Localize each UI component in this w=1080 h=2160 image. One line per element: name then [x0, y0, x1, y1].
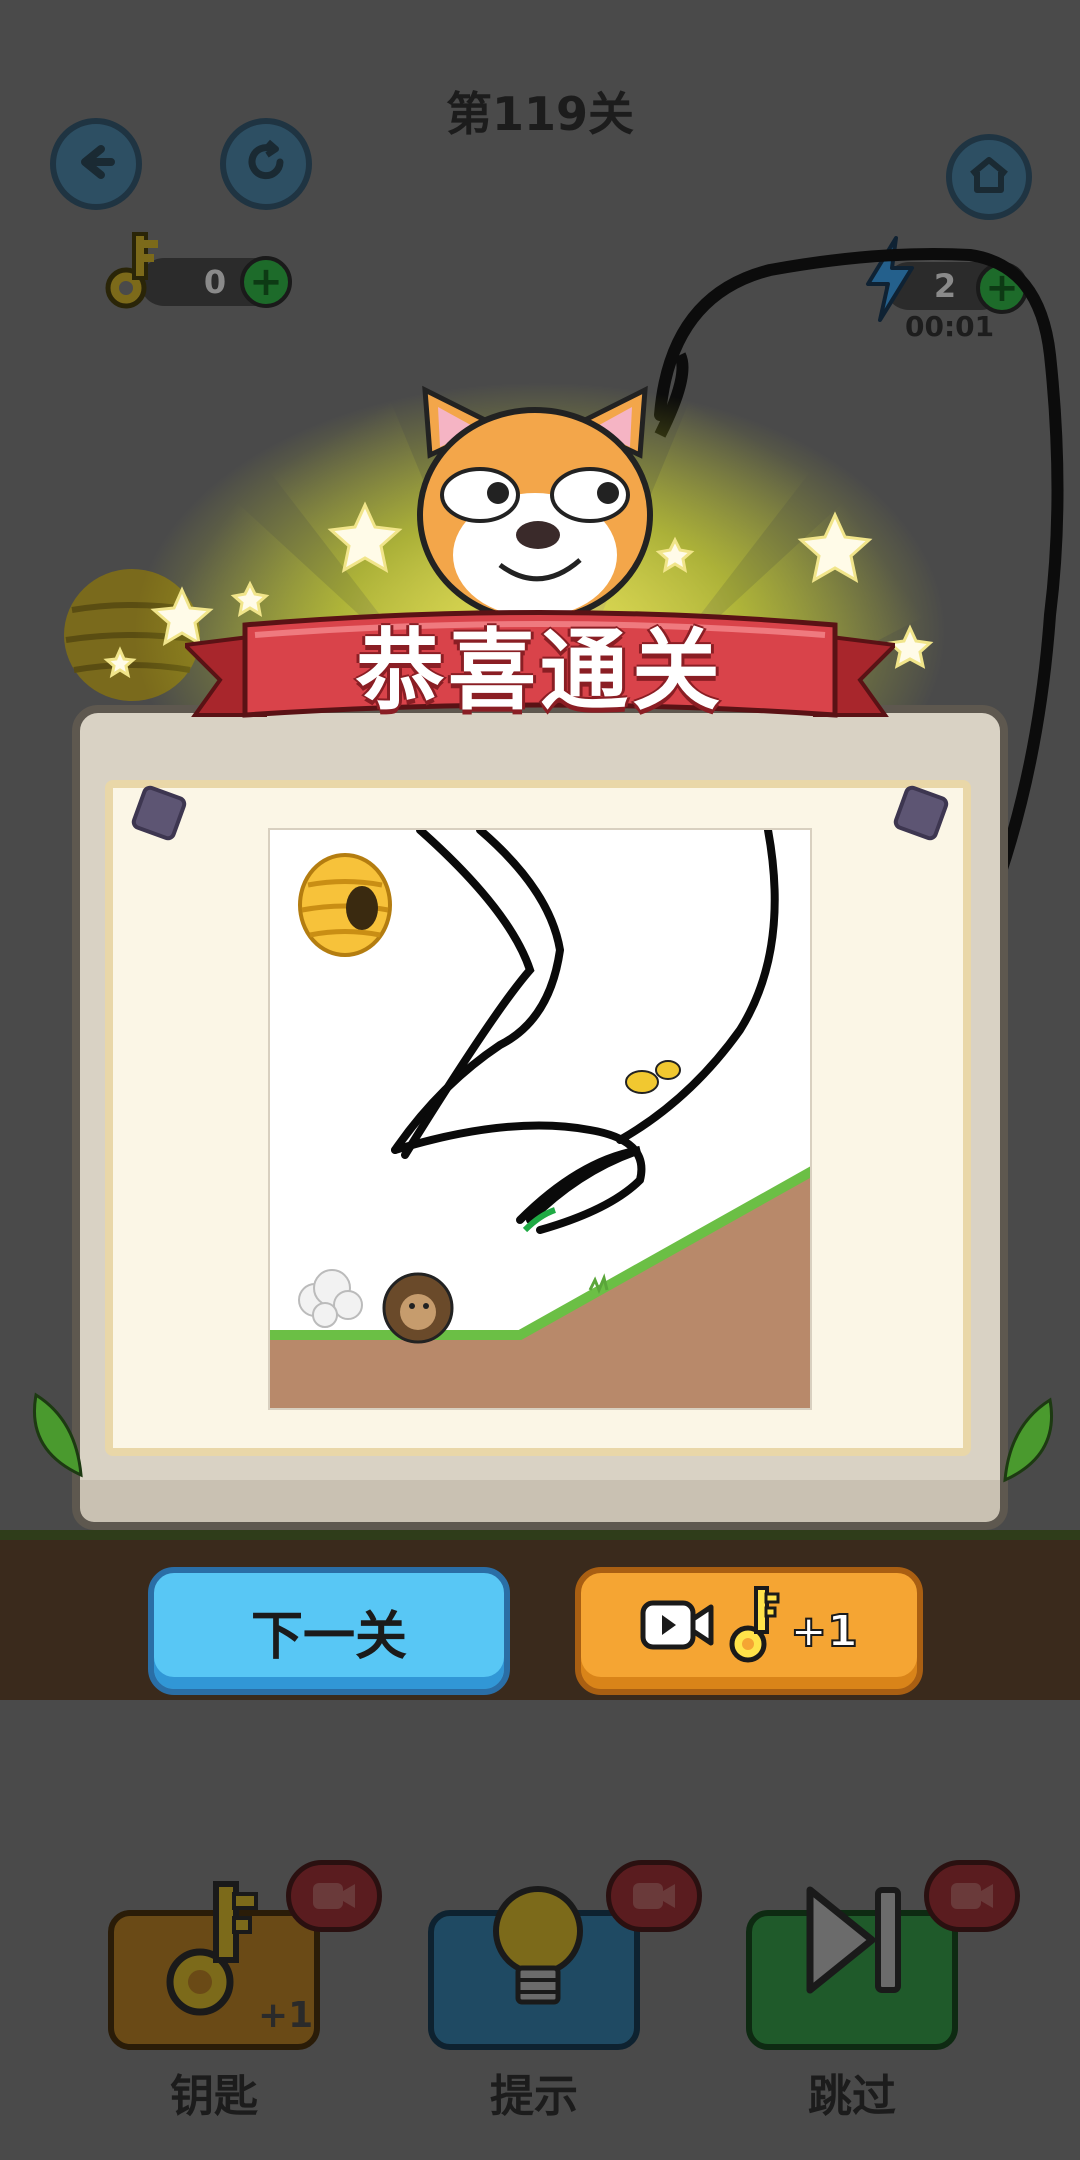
congrats-title: 恭喜通关: [355, 619, 724, 722]
key-tool-badge: +1: [258, 1995, 314, 2036]
tool-skip-label: 跳过: [808, 2071, 896, 2122]
home-button[interactable]: [946, 134, 1032, 220]
video-badge-icon: [606, 1860, 702, 1932]
back-button[interactable]: [50, 118, 142, 210]
tool-keys-label: 钥匙: [170, 2071, 258, 2122]
watch-video-key-button[interactable]: +1: [575, 1567, 923, 1695]
hedgehog-icon: [382, 1272, 454, 1344]
key-icon-gold: [728, 1580, 784, 1683]
key-tool-icon: [160, 1874, 270, 2028]
dog-mascot: [400, 385, 670, 629]
back-arrow-icon: [71, 137, 121, 191]
restart-icon: [240, 136, 292, 192]
lightbulb-icon: [488, 1876, 588, 2030]
skip-icon: [800, 1880, 910, 2014]
tool-skip[interactable]: 跳过: [746, 1860, 1020, 2122]
tool-keys[interactable]: +1 钥匙: [108, 1860, 382, 2122]
key-icon: [98, 226, 168, 320]
next-level-button[interactable]: 下一关: [148, 1567, 510, 1695]
key-reward-label: +1: [789, 1605, 858, 1658]
dust-cloud-icon: [298, 1269, 363, 1328]
leaf-left: [26, 1390, 86, 1484]
panel-base: [72, 1480, 1008, 1530]
level-preview: [268, 828, 812, 1410]
next-level-label: 下一关: [250, 1606, 407, 1667]
tool-hint[interactable]: 提示: [428, 1860, 702, 2122]
video-badge-icon: [924, 1860, 1020, 1932]
tool-hint-label: 提示: [490, 2071, 578, 2122]
home-icon: [966, 152, 1012, 202]
restart-button[interactable]: [220, 118, 312, 210]
leaf-right: [1000, 1395, 1060, 1489]
video-badge-icon: [286, 1860, 382, 1932]
add-keys-button[interactable]: +: [240, 256, 292, 308]
bee-icon: [625, 1060, 681, 1094]
level-title: 第119关: [445, 87, 635, 141]
beehive-icon: [298, 853, 392, 957]
video-camera-icon: [640, 1597, 714, 1666]
